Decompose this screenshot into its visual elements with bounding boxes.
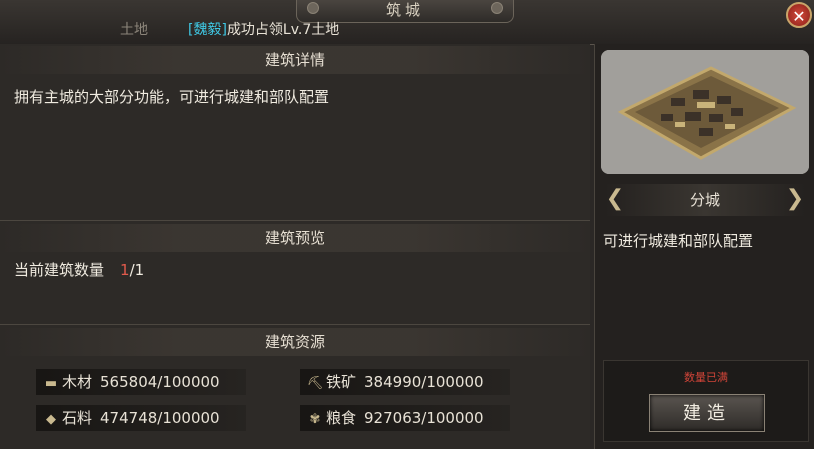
notice-fade-text: 土地 [120,22,148,38]
grain-icon: ✾ [309,412,321,427]
iron-icon: ⛏ [306,376,324,391]
building-function-text: 可进行城建和部队配置 [603,232,754,250]
notice-message: 成功占领Lv.7土地 [226,22,340,38]
building-count: 当前建筑数量 1/1 [14,259,144,280]
close-icon: ✕ [792,7,806,26]
chevron-right-icon: ❯ [785,186,805,211]
title-plate: 筑城 [296,0,514,23]
resource-iron: ⛏ 铁矿 384990/100000 [300,369,510,395]
build-action-box: 数量已满 建造 [603,360,809,442]
prev-building-button[interactable]: ❮ [605,184,625,216]
building-info-panel: 建筑详情 拥有主城的大部分功能，可进行城建和部队配置 建筑预览 当前建筑数量 1/… [0,44,590,449]
resource-value: 565804/100000 [100,373,220,391]
resource-name: 木材 [62,373,93,391]
wood-icon: ▬ [44,376,58,391]
top-bar: 筑城 土地 [魏毅]成功占领Lv.7土地 ✕ [0,0,814,45]
resource-stone: ◆ 石料 474748/100000 [36,405,246,431]
count-total: /1 [129,261,145,279]
stone-icon: ◆ [46,412,56,427]
resource-value: 384990/100000 [364,373,484,391]
building-description: 拥有主城的大部分功能，可进行城建和部队配置 [14,88,330,106]
resource-name: 铁矿 [326,373,357,391]
building-switcher: ❮ 分城 ❯ [605,184,805,216]
broadcast-notice: 土地 [魏毅]成功占领Lv.7土地 [120,21,540,41]
resource-name: 粮食 [326,409,357,427]
details-heading: 建筑详情 [0,46,590,74]
resource-wood: ▬ 木材 565804/100000 [36,369,246,395]
city-image [601,50,809,174]
building-selector-panel: ❮ 分城 ❯ 可进行城建和部队配置 数量已满 建造 [594,44,814,449]
plate-rivet-left [307,2,319,14]
resource-grain: ✾ 粮食 927063/100000 [300,405,510,431]
quantity-full-notice: 数量已满 [684,371,728,384]
resource-value: 474748/100000 [100,409,220,427]
page-title: 筑城 [385,1,424,19]
divider [0,324,590,325]
divider [0,220,590,221]
build-button[interactable]: 建造 [649,394,765,432]
close-button[interactable]: ✕ [786,2,812,28]
building-name: 分城 [689,191,720,209]
count-current: 1 [120,261,130,279]
resource-name: 石料 [62,409,93,427]
resource-value: 927063/100000 [364,409,484,427]
resources-heading: 建筑资源 [0,328,590,356]
building-thumbnail [601,50,809,174]
preview-heading: 建筑预览 [0,224,590,252]
plate-rivet-right [491,2,503,14]
count-label: 当前建筑数量 [14,261,105,279]
chevron-left-icon: ❮ [605,186,625,211]
next-building-button[interactable]: ❯ [785,184,805,216]
notice-player-tag: [魏毅] [188,22,227,38]
